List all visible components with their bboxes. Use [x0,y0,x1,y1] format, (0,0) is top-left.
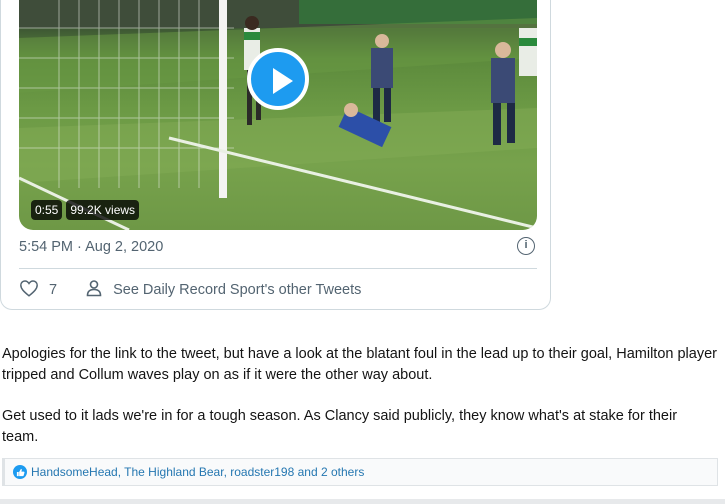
post-paragraph: Apologies for the link to the tweet, but… [2,346,717,383]
thumbs-up-icon [13,465,27,479]
video-thumbnail[interactable]: 0:55 99.2K views [19,0,537,230]
reaction-users[interactable]: HandsomeHead, The Highland Bear, roadste… [31,465,364,479]
tweet-divider [19,268,537,269]
play-button[interactable] [247,48,309,110]
video-duration: 0:55 [31,200,63,220]
tweet-timestamp[interactable]: 5:54 PM · Aug 2, 2020 [19,239,163,255]
info-icon[interactable]: i [517,237,535,255]
post-paragraph: Get used to it lads we're in for a tough… [2,408,678,445]
post-body: Apologies for the link to the tweet, but… [2,344,717,468]
person-icon [85,279,103,301]
video-badges: 0:55 99.2K views [31,200,140,220]
like-count: 7 [49,282,58,298]
footer-divider [0,499,725,504]
tweet-actions: 7 See Daily Record Sport's other Tweets [19,279,361,301]
video-views: 99.2K views [66,200,140,220]
heart-icon[interactable] [19,279,39,301]
embedded-tweet-card: 0:55 99.2K views 5:54 PM · Aug 2, 2020 i… [0,0,551,310]
other-tweets-link[interactable]: See Daily Record Sport's other Tweets [113,282,361,298]
video-scene [19,0,537,230]
reactions-bar[interactable]: HandsomeHead, The Highland Bear, roadste… [2,458,718,486]
